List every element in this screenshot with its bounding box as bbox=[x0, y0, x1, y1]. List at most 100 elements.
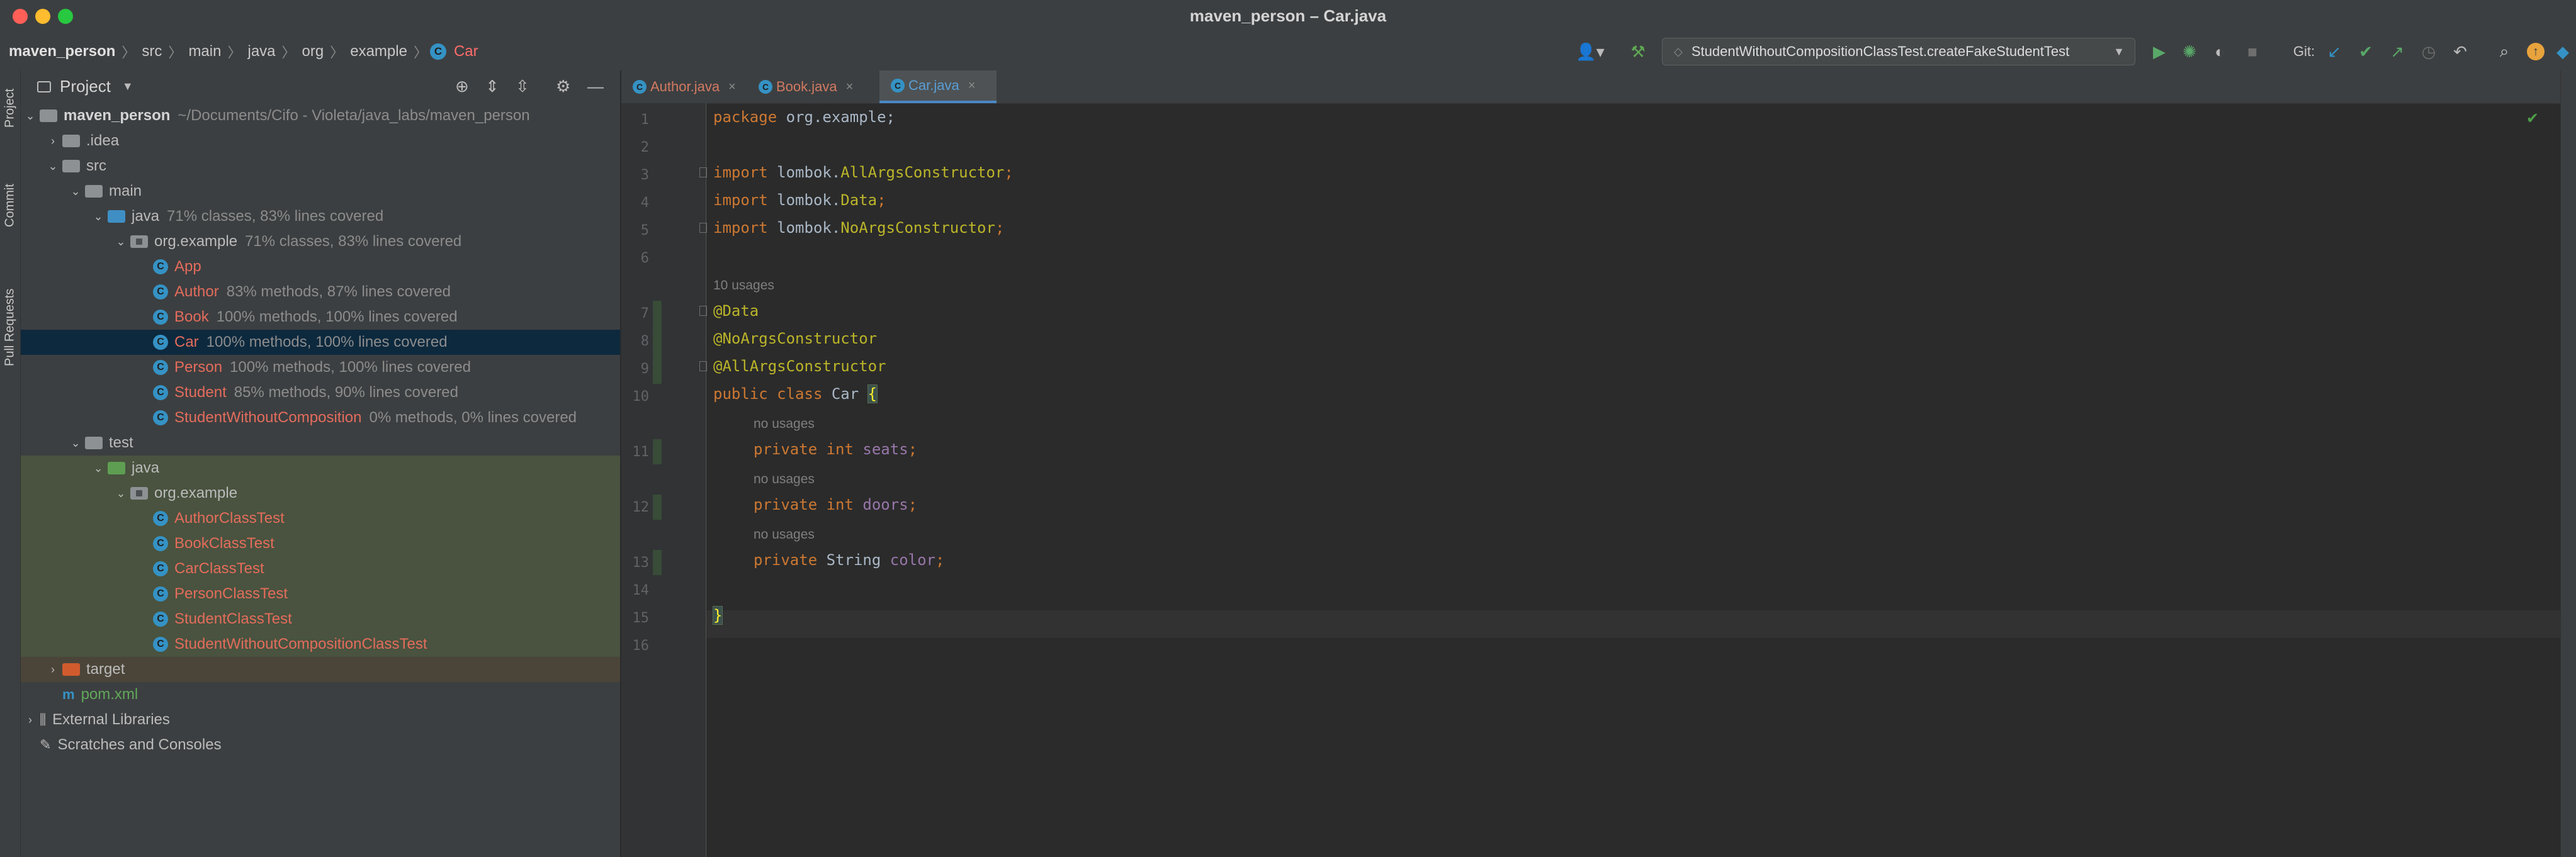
code-line[interactable]: import lombok.AllArgsConstructor; bbox=[713, 159, 1014, 186]
git-update-icon[interactable]: ↙ bbox=[2323, 40, 2346, 63]
code-line[interactable]: @AllArgsConstructor bbox=[713, 352, 886, 380]
project-view-select[interactable]: Project ▼ bbox=[37, 77, 133, 96]
code-line[interactable]: } bbox=[712, 602, 723, 629]
tab-author-java[interactable]: C Author.java × bbox=[633, 70, 752, 103]
update-icon[interactable]: ↑ bbox=[2524, 40, 2547, 63]
stop-icon[interactable]: ■ bbox=[2241, 40, 2264, 63]
chevron-down-icon[interactable]: ⌄ bbox=[89, 210, 108, 223]
code-line[interactable]: import lombok.Data; bbox=[713, 186, 886, 214]
tab-car-java[interactable]: C Car.java × bbox=[879, 70, 997, 103]
tree-item-org-example[interactable]: ⌄ org.example 71% classes, 83% lines cov… bbox=[21, 229, 620, 254]
user-icon[interactable]: 👤▾ bbox=[1573, 40, 1608, 63]
tree-item-student[interactable]: C Student 85% methods, 90% lines covered bbox=[21, 380, 620, 405]
tree-item-app[interactable]: C App bbox=[21, 254, 620, 279]
code-line[interactable]: private String color; bbox=[754, 546, 944, 574]
code-line[interactable]: public class Car { bbox=[713, 380, 878, 408]
tree-item-author-class-test[interactable]: C AuthorClassTest bbox=[21, 506, 620, 531]
chevron-down-icon[interactable]: ⌄ bbox=[66, 185, 85, 198]
tree-item-target[interactable]: › target bbox=[21, 657, 620, 682]
coverage-summary: 71% classes, 83% lines covered bbox=[167, 208, 384, 225]
expand-all-icon[interactable]: ⇕ bbox=[485, 77, 499, 96]
gear-icon[interactable]: ⚙ bbox=[556, 77, 570, 96]
chevron-down-icon[interactable]: ⌄ bbox=[66, 437, 85, 450]
build-hammer-icon[interactable]: ⚒ bbox=[1627, 40, 1649, 63]
tree-item-book-class-test[interactable]: C BookClassTest bbox=[21, 531, 620, 556]
tree-item-pom-xml[interactable]: m pom.xml bbox=[21, 682, 620, 707]
breadcrumb-item[interactable]: main bbox=[184, 43, 225, 60]
tree-item-car-class-test[interactable]: C CarClassTest bbox=[21, 556, 620, 581]
git-push-icon[interactable]: ↗ bbox=[2386, 40, 2409, 63]
chevron-down-icon[interactable]: ⌄ bbox=[89, 462, 108, 475]
chevron-down-icon[interactable]: ⌄ bbox=[111, 235, 130, 249]
chevron-right-icon[interactable]: › bbox=[43, 135, 62, 148]
tree-item-test-org-example[interactable]: ⌄ org.example bbox=[21, 481, 620, 506]
tree-item-student-class-test[interactable]: C StudentClassTest bbox=[21, 607, 620, 632]
breadcrumb-item[interactable]: example bbox=[346, 43, 411, 60]
usages-hint[interactable]: 10 usages bbox=[713, 278, 774, 293]
code-area[interactable]: package org.example; import lombok.AllAr… bbox=[621, 103, 2560, 857]
pull-requests-tool-tab[interactable]: Pull Requests bbox=[0, 271, 20, 384]
debug-icon[interactable]: ✺ bbox=[2178, 40, 2201, 63]
breadcrumb-item[interactable]: maven_person bbox=[9, 43, 119, 60]
code-line[interactable]: private int doors; bbox=[754, 491, 917, 518]
chevron-right-icon[interactable]: › bbox=[43, 663, 62, 676]
tree-item-student-without-composition-class-test[interactable]: C StudentWithoutCompositionClassTest bbox=[21, 632, 620, 657]
commit-tool-tab[interactable]: Commit bbox=[0, 171, 20, 240]
coverage-summary: 100% methods, 100% lines covered bbox=[216, 308, 458, 325]
tree-item-person[interactable]: C Person 100% methods, 100% lines covere… bbox=[21, 355, 620, 380]
locate-icon[interactable]: ⊕ bbox=[455, 77, 469, 96]
tree-item-main-java[interactable]: ⌄ java 71% classes, 83% lines covered bbox=[21, 204, 620, 229]
scratches-icon: ✎ bbox=[40, 737, 52, 753]
tree-item-person-class-test[interactable]: C PersonClassTest bbox=[21, 581, 620, 607]
coverage-summary: 100% methods, 100% lines covered bbox=[230, 359, 471, 376]
breadcrumb-item[interactable]: org bbox=[298, 43, 328, 60]
tree-item-book[interactable]: C Book 100% methods, 100% lines covered bbox=[21, 305, 620, 330]
usages-hint[interactable]: no usages bbox=[754, 527, 815, 542]
code-line[interactable]: import lombok.NoArgsConstructor; bbox=[713, 214, 1004, 242]
run-configuration-select[interactable]: ◇ StudentWithoutCompositionClassTest.cre… bbox=[1662, 38, 2135, 65]
history-icon[interactable]: ◷ bbox=[2417, 40, 2440, 63]
collapse-all-icon[interactable]: ⇳ bbox=[516, 77, 529, 96]
tree-item-student-without-composition[interactable]: C StudentWithoutComposition 0% methods, … bbox=[21, 405, 620, 430]
chevron-down-icon[interactable]: ⌄ bbox=[21, 109, 40, 123]
tree-item-test-java[interactable]: ⌄ java bbox=[21, 456, 620, 481]
code-line[interactable]: package org.example; bbox=[713, 103, 895, 131]
tree-item-src[interactable]: ⌄ src bbox=[21, 154, 620, 179]
tree-item-label: Car bbox=[174, 333, 199, 350]
tree-item-idea[interactable]: › .idea bbox=[21, 128, 620, 154]
inspection-ok-icon[interactable]: ✔ bbox=[2526, 109, 2539, 128]
close-icon[interactable]: × bbox=[728, 80, 736, 94]
git-commit-icon[interactable]: ✔ bbox=[2354, 40, 2377, 63]
hide-panel-icon[interactable]: — bbox=[587, 77, 604, 96]
usages-hint[interactable]: no usages bbox=[754, 472, 815, 487]
breadcrumb-item[interactable]: Car bbox=[450, 43, 482, 60]
tree-item-maven-person[interactable]: ⌄ maven_person ~/Documents/Cifo - Violet… bbox=[21, 103, 620, 128]
chevron-right-icon[interactable]: › bbox=[21, 714, 40, 727]
tree-item-car[interactable]: C Car 100% methods, 100% lines covered bbox=[21, 330, 620, 355]
chevron-down-icon[interactable]: ⌄ bbox=[111, 487, 130, 500]
project-tool-tab[interactable]: Project bbox=[0, 77, 20, 140]
tree-item-test[interactable]: ⌄ test bbox=[21, 430, 620, 456]
close-icon[interactable]: × bbox=[968, 79, 976, 93]
tree-item-author[interactable]: C Author 83% methods, 87% lines covered bbox=[21, 279, 620, 305]
code-line[interactable]: @NoArgsConstructor bbox=[713, 325, 877, 352]
coverage-icon[interactable]: ◐ bbox=[2208, 40, 2231, 63]
tree-item-external-libraries[interactable]: › ⫼ External Libraries bbox=[21, 707, 620, 732]
close-icon[interactable]: × bbox=[846, 80, 854, 94]
tab-book-java[interactable]: C Book.java × bbox=[759, 70, 872, 103]
breadcrumb-item[interactable]: java bbox=[244, 43, 279, 60]
code-line[interactable]: private int seats; bbox=[754, 435, 917, 463]
plugin-icon[interactable]: ◆ bbox=[2553, 40, 2572, 63]
usages-hint[interactable]: no usages bbox=[754, 417, 815, 432]
tree-item-scratches[interactable]: ✎ Scratches and Consoles bbox=[21, 732, 620, 758]
code-line[interactable]: @Data bbox=[713, 297, 759, 325]
search-icon[interactable]: ⌕ bbox=[2493, 40, 2516, 63]
chevron-right-icon: 〉 bbox=[227, 45, 242, 60]
rollback-icon[interactable]: ↶ bbox=[2449, 40, 2471, 63]
project-panel-title: Project bbox=[60, 77, 111, 96]
project-panel-header: Project ▼ ⊕ ⇕ ⇳ ⚙ — bbox=[21, 70, 620, 103]
breadcrumb-item[interactable]: src bbox=[138, 43, 166, 60]
run-icon[interactable]: ▶ bbox=[2148, 40, 2171, 63]
tree-item-main[interactable]: ⌄ main bbox=[21, 179, 620, 204]
chevron-down-icon[interactable]: ⌄ bbox=[43, 160, 62, 173]
